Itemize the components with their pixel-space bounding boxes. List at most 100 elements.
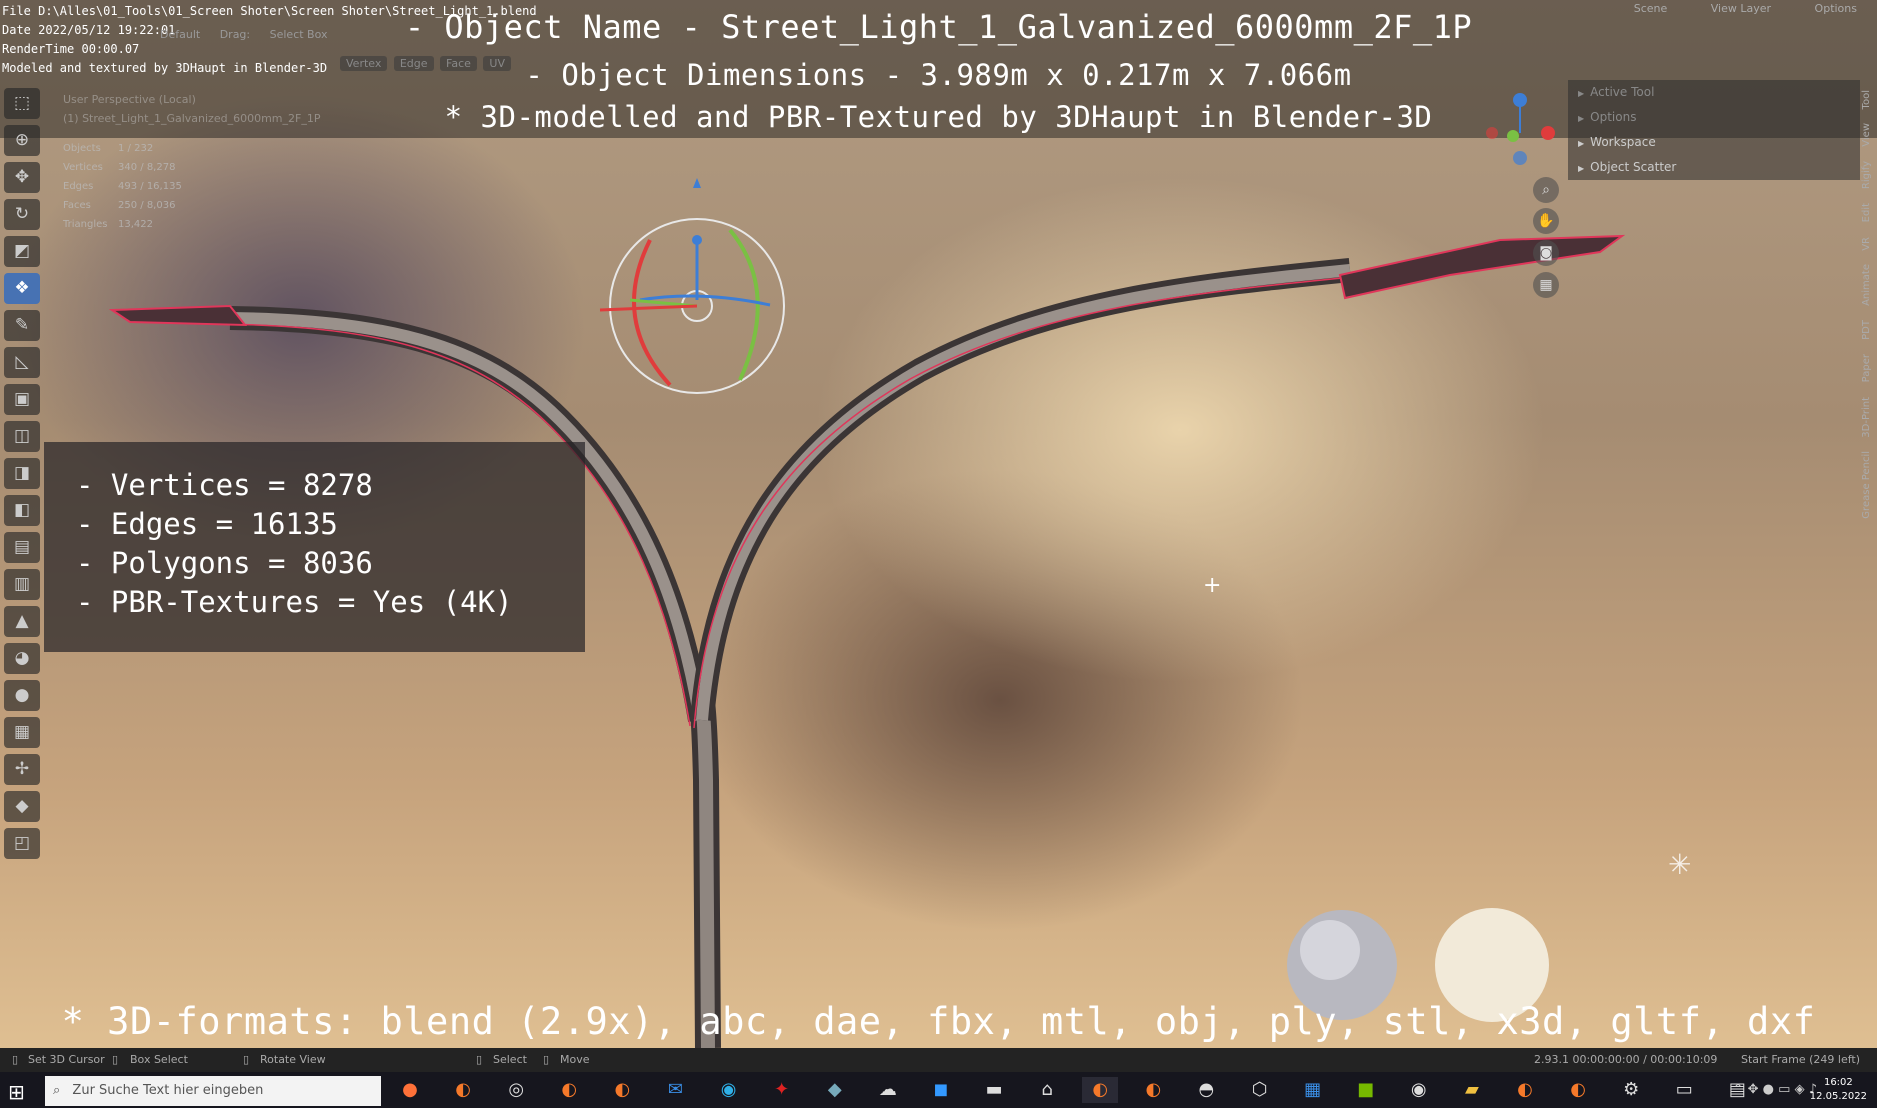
statistics-overlay: Objects 1 / 232 Vertices 340 / 8,278 Edges… [63, 139, 182, 234]
steam-icon[interactable]: ◎ [498, 1077, 534, 1103]
app-red-icon[interactable]: ✦ [764, 1077, 800, 1103]
terminal-icon[interactable]: ▬ [976, 1077, 1012, 1103]
firefox-icon[interactable]: ● [392, 1077, 428, 1103]
panel-options[interactable]: ▶ Options [1568, 105, 1860, 130]
shrink-icon[interactable]: ✢ [4, 754, 40, 785]
rip-icon[interactable]: ◰ [4, 828, 40, 859]
tab-3d-print[interactable]: 3D-Print [1861, 397, 1872, 438]
status-start-frame: Start Frame (249 left) [1741, 1053, 1861, 1066]
settings-gear-icon[interactable]: ⚙ [1613, 1077, 1649, 1103]
edge-browser-icon[interactable]: ◉ [711, 1077, 747, 1103]
camera-icon[interactable]: ◙ [1533, 240, 1559, 266]
blender-active-icon[interactable]: ◐ [1082, 1077, 1119, 1103]
zoom-icon[interactable]: ⌕ [1533, 177, 1559, 203]
tool-shelf: ⬚ ⊕ ✥ ↻ ◩ ❖ ✎ ◺ ▣ ◫ ◨ ◧ ▤ ▥ ▲ ◕ ● ▦ ✢ ◆ … [4, 88, 44, 865]
panda-icon[interactable]: ◓ [1188, 1077, 1224, 1103]
tab-vr[interactable]: VR [1861, 237, 1872, 251]
status-select: Select [493, 1053, 527, 1066]
inset-icon[interactable]: ◨ [4, 458, 40, 489]
edge-slide-icon[interactable]: ▦ [4, 717, 40, 748]
stat-row: Vertices 340 / 8,278 [63, 162, 176, 173]
transform-icon[interactable]: ❖ [4, 273, 40, 304]
tab-grease-pencil[interactable]: Grease Pencil [1861, 451, 1872, 519]
tab-rigify[interactable]: Rigify [1861, 161, 1872, 189]
cursor-icon[interactable]: ⊕ [4, 125, 40, 156]
stat-row: Faces 250 / 8,036 [63, 200, 176, 211]
formats-caption: * 3D-formats: blend (2.9x), abc, dae, fb… [61, 1000, 1816, 1043]
navigation-gizmo[interactable] [1480, 88, 1560, 178]
windows-start-icon[interactable]: ⊞ [8, 1080, 25, 1104]
mesh-info-box: - Vertices = 8278 - Edges = 16135 - Poly… [44, 442, 585, 652]
blender-icon[interactable]: ◐ [1135, 1077, 1171, 1103]
shear-icon[interactable]: ◆ [4, 791, 40, 822]
active-object-text: (1) Street_Light_1_Galvanized_6000mm_2F_… [63, 112, 321, 125]
polygons-info: - Polygons = 8036 [76, 546, 373, 580]
tab-tool[interactable]: Tool [1861, 90, 1872, 109]
panel-workspace[interactable]: ▶ Workspace [1568, 130, 1860, 155]
taskbar-apps: ● ◐ ◎ ◐ ◐ ✉ ◉ ✦ ◆ ☁ ◼ ▬ ⌂ ◐ ◐ ◓ ⬡ ▦ ■ ◉ … [392, 1077, 1767, 1103]
stat-row: Objects 1 / 232 [63, 143, 154, 154]
mouse-right-icon: ▯ [476, 1053, 483, 1066]
smooth-icon[interactable]: ● [4, 680, 40, 711]
taskbar-search-input[interactable]: ⌕ Zur Suche Text hier eingeben [45, 1076, 381, 1106]
blender-icon[interactable]: ◐ [551, 1077, 587, 1103]
mouse-crosshair-icon: + [1203, 573, 1222, 598]
spin-icon[interactable]: ◕ [4, 643, 40, 674]
folder-icon[interactable]: ▰ [1454, 1077, 1490, 1103]
tab-paper[interactable]: Paper [1861, 354, 1872, 382]
sidebar-tabs: Tool View Rigify Edit VR Animate PDT Pap… [1861, 90, 1875, 650]
measure-icon[interactable]: ◺ [4, 347, 40, 378]
tab-view[interactable]: View [1861, 123, 1872, 147]
sidebar-tool-panel: ▶ Active Tool ▶ Options ▶ Workspace ▶ Object… [1568, 80, 1860, 180]
loop-cut-icon[interactable]: ▤ [4, 532, 40, 563]
pan-hand-icon[interactable]: ✋ [1533, 208, 1559, 234]
mouse-middle-icon: ▯ [112, 1053, 119, 1066]
mouse-drag-icon: ▯ [243, 1053, 250, 1066]
nvidia-icon[interactable]: ■ [1348, 1077, 1384, 1103]
bevel-icon[interactable]: ◧ [4, 495, 40, 526]
taskbar-clock[interactable]: 16:02 12.05.2022 [1810, 1076, 1867, 1104]
status-bar: ▯ Set 3D Cursor ▯ Box Select ▯ Rotate Vi… [0, 1048, 1877, 1072]
tab-animate[interactable]: Animate [1861, 264, 1872, 306]
stat-row: Triangles 13,422 [63, 219, 153, 230]
status-box-select: Box Select [130, 1053, 188, 1066]
status-rotate-view: Rotate View [260, 1053, 326, 1066]
app-blue-icon[interactable]: ◆ [817, 1077, 853, 1103]
3d-viewport[interactable]: File D:\Alles\01_Tools\01_Screen Shoter\… [0, 0, 1877, 1048]
tab-edit[interactable]: Edit [1861, 203, 1872, 222]
add-cube-icon[interactable]: ▣ [4, 384, 40, 415]
search-placeholder: Zur Suche Text hier eingeben [72, 1083, 264, 1098]
app-window-icon[interactable]: ▭ [1666, 1077, 1702, 1103]
tab-pdt[interactable]: PDT [1861, 320, 1872, 340]
clock-time: 16:02 [1823, 1077, 1853, 1088]
app-controller-icon[interactable]: ⌂ [1029, 1077, 1065, 1103]
app-cloud-icon[interactable]: ☁ [870, 1077, 906, 1103]
blender-icon[interactable]: ◐ [1507, 1077, 1543, 1103]
app-blue2-icon[interactable]: ◼ [923, 1077, 959, 1103]
cube-icon[interactable]: ⬡ [1242, 1077, 1278, 1103]
panel-object-scatter[interactable]: ▶ Object Scatter [1568, 155, 1860, 180]
grid-view-icon[interactable]: ▦ [1533, 272, 1559, 298]
panel-active-tool[interactable]: ▶ Active Tool [1568, 80, 1860, 105]
windows-taskbar: ⊞ ⌕ Zur Suche Text hier eingeben ● ◐ ◎ ◐… [0, 1072, 1877, 1108]
view-name-text: User Perspective (Local) [63, 93, 196, 106]
sun-light-icon[interactable]: ✳ [1668, 848, 1691, 881]
system-tray[interactable]: ⌃ ✥ ● ▭ ◈ ♪ [1733, 1082, 1817, 1097]
status-move: Move [560, 1053, 590, 1066]
status-set-cursor: Set 3D Cursor [28, 1053, 105, 1066]
knife-icon[interactable]: ▥ [4, 569, 40, 600]
blender-icon[interactable]: ◐ [604, 1077, 640, 1103]
poly-build-icon[interactable]: ▲ [4, 606, 40, 637]
move-icon[interactable]: ✥ [4, 162, 40, 193]
rotate-icon[interactable]: ↻ [4, 199, 40, 230]
blender-icon[interactable]: ◐ [1560, 1077, 1596, 1103]
app-circle-icon[interactable]: ◉ [1401, 1077, 1437, 1103]
mail-icon[interactable]: ✉ [657, 1077, 693, 1103]
clock-date: 12.05.2022 [1809, 1091, 1867, 1102]
extrude-icon[interactable]: ◫ [4, 421, 40, 452]
calendar-icon[interactable]: ▦ [1295, 1077, 1331, 1103]
scale-icon[interactable]: ◩ [4, 236, 40, 267]
blender-icon[interactable]: ◐ [445, 1077, 481, 1103]
select-box-icon[interactable]: ⬚ [4, 88, 40, 119]
annotate-icon[interactable]: ✎ [4, 310, 40, 341]
